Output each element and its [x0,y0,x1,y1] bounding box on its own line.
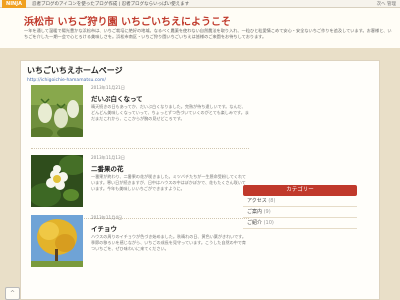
ginkgo-photo[interactable] [31,215,83,267]
topbar-right-links[interactable]: 次へ 管理 [377,1,396,7]
post-title[interactable]: 二番果の花 [91,163,124,173]
post-excerpt: 一番果が終わり、二番果の花が咲きました。ミツバチたちが一生懸命受粉してくれていま… [91,174,247,191]
page-url-link[interactable]: http://ichigoichie-hamamatsu.com/ [27,78,237,83]
flower-photo[interactable] [31,155,83,207]
post-date: 2013年11月4日 [91,215,123,220]
category-item[interactable]: ご紹介 (10) [243,218,357,229]
top-bar: NINJA 忍者ブログのアイコンを使ったブログ作成 | 忍者ブログならいっぱい使… [0,0,400,8]
post-title[interactable]: イチョウ [91,223,117,233]
category-item[interactable]: アクセス (8) [243,196,357,207]
category-count: (10) [263,220,274,226]
content-container: いちごいちえホームページ http://ichigoichie-hamamats… [20,60,380,300]
page-title: いちごいちえホームページ [27,66,123,75]
post-date: 2013年11月21日 [91,85,125,90]
category-count: (9) [263,209,271,215]
site-description: 一年を通して温暖で陽光豊かな浜松市は、いちご栽培に絶好の地域。なるべく農薬を使わ… [24,28,392,39]
strawberry-photo[interactable] [31,85,83,137]
site-header: 浜松市 いちご狩り園 いちごいちえにようこそ 一年を通して温暖で陽光豊かな浜松市… [0,8,400,48]
category-item[interactable]: ご案内 (9) [243,207,357,218]
post-date: 2013年11月13日 [91,155,125,160]
page-header: いちごいちえホームページ http://ichigoichie-hamamats… [27,65,237,83]
category-sidebar: カテゴリー アクセス (8) ご案内 (9) ご紹介 (10) [243,185,357,229]
divider [31,148,249,149]
category-label: ご案内 [247,209,263,215]
category-label: ご紹介 [247,220,263,226]
post-item: 2013年11月21日 だいぶ白くなって 晴天続きの日もあってか、だいぶ白くなり… [31,85,249,157]
site-title[interactable]: 浜松市 いちご狩り園 いちごいちえにようこそ [24,13,231,28]
scroll-top-button[interactable]: ^ [5,287,20,300]
post-title[interactable]: だいぶ白くなって [91,93,143,103]
post-item: 2013年11月4日 イチョウ ハウスの周りのイチョウが色づき始めました。秋晴れ… [31,215,249,287]
post-excerpt: ハウスの周りのイチョウが色づき始めました。秋晴れの日、黄色い葉がきれいです。季節… [91,234,247,251]
topbar-notice[interactable]: 忍者ブログのアイコンを使ったブログ作成 | 忍者ブログならいっぱい使えます [32,1,189,7]
category-count: (8) [268,198,276,204]
ninja-logo[interactable]: NINJA [2,0,26,8]
post-excerpt: 晴天続きの日もあってか、だいぶ白くなりました。完熟が待ち遠しいです。なんだ、どん… [91,104,249,121]
category-label: アクセス [247,198,267,204]
category-heading: カテゴリー [243,185,357,196]
